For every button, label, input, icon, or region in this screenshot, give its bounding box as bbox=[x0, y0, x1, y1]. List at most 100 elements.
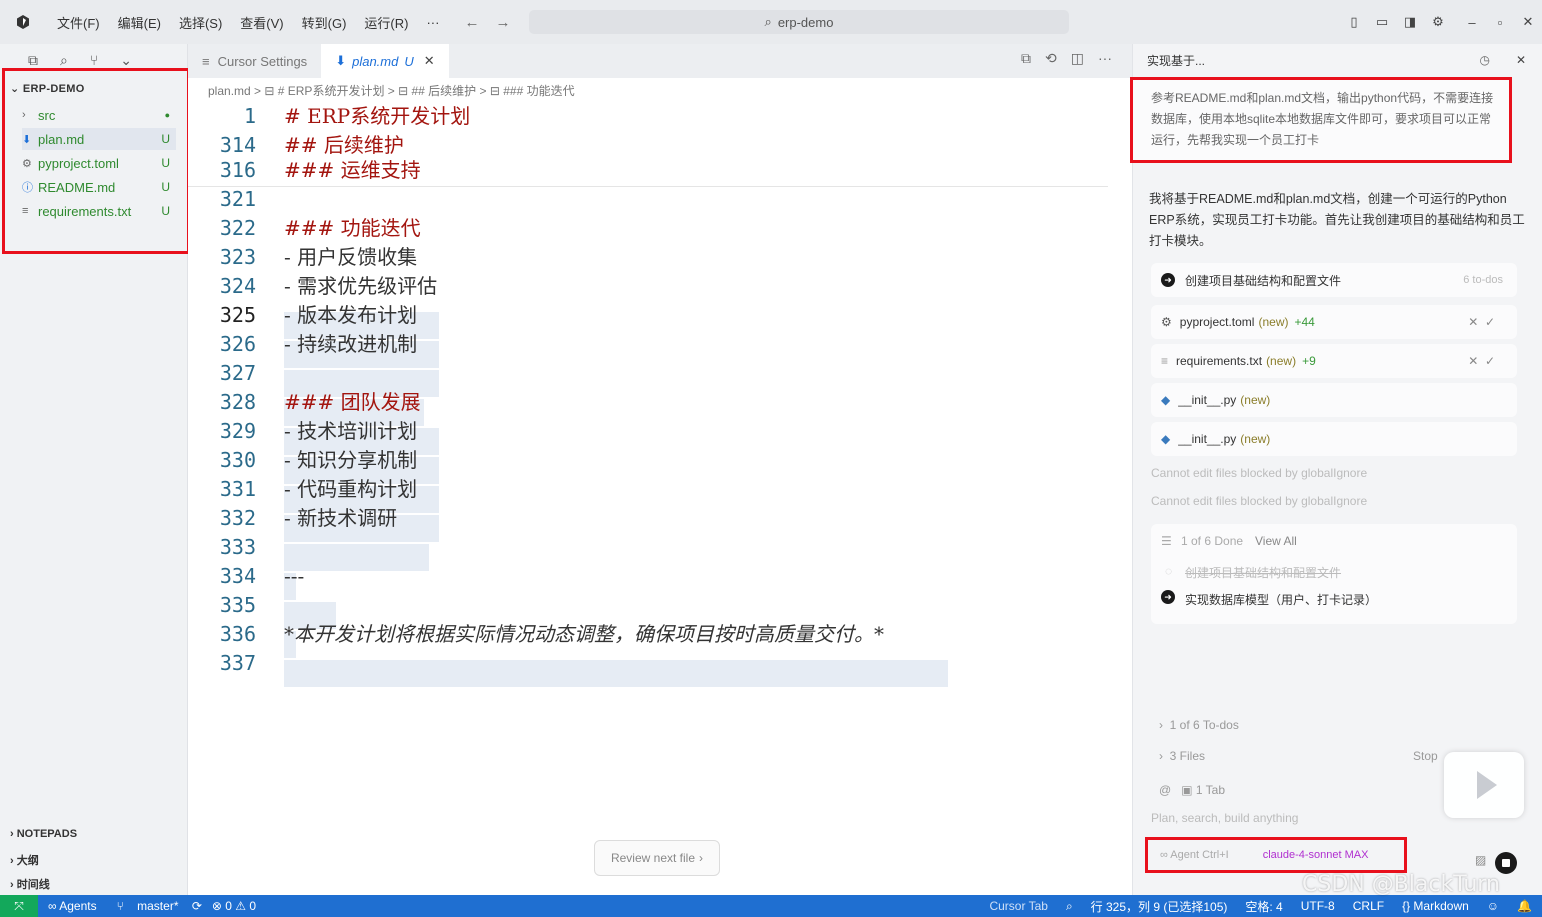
more-actions-icon[interactable]: ··· bbox=[1098, 50, 1112, 67]
at-sign-icon: @ bbox=[1159, 783, 1182, 797]
explorer-files-icon[interactable]: ⧉ bbox=[28, 52, 38, 69]
command-center-search[interactable]: ⌕ erp-demo bbox=[529, 10, 1069, 34]
todo-status: 1 of 6 Done bbox=[1181, 534, 1244, 548]
todos-summary[interactable]: › 1 of 6 To-dos bbox=[1159, 718, 1239, 732]
tree-item-requirements[interactable]: ≡ requirements.txt U bbox=[22, 200, 176, 222]
agents-status[interactable]: ∞ Agents bbox=[48, 899, 97, 913]
todo-panel: ☰ 1 of 6 Done View All ◌ 创建项目基础结构和配置文件 ➜… bbox=[1151, 524, 1517, 624]
cursor-tab-status[interactable]: Cursor Tab bbox=[989, 899, 1047, 913]
explorer-root-folder[interactable]: ⌄ ERP-DEMO bbox=[10, 82, 85, 95]
section-timeline[interactable]: › 时间线 bbox=[10, 876, 50, 892]
todo-list-icon: ☰ bbox=[1161, 534, 1172, 548]
task-card[interactable]: ➜ 创建项目基础结构和配置文件 6 to-dos bbox=[1151, 263, 1517, 297]
line-text: - 版本发布计划 bbox=[284, 303, 418, 327]
problems-indicator[interactable]: ⊗ 0 ⚠ 0 bbox=[212, 899, 256, 913]
minimize-icon[interactable]: – bbox=[1458, 15, 1486, 30]
indentation[interactable]: 空格: 4 bbox=[1245, 898, 1282, 915]
user-prompt-bubble[interactable]: 参考README.md和plan.md文档，输出python代码，不需要连接数据… bbox=[1130, 77, 1512, 163]
code-line: 323 - 用户反馈收集 bbox=[188, 243, 1132, 272]
section-notepads[interactable]: › NOTEPADS bbox=[10, 828, 77, 840]
menu-go[interactable]: 转到(G) bbox=[302, 13, 347, 32]
tree-item-readme[interactable]: ⓘ README.md U bbox=[22, 176, 176, 198]
chat-input[interactable]: Plan, search, build anything bbox=[1151, 811, 1298, 825]
toggle-secondary-sidebar-icon[interactable]: ◨ bbox=[1396, 14, 1424, 30]
back-arrow-icon[interactable]: ← bbox=[464, 14, 479, 31]
file-change-card[interactable]: ◆ __init__.py (new) bbox=[1151, 383, 1517, 417]
open-preview-icon[interactable]: ⧉ bbox=[1021, 50, 1031, 67]
close-panel-icon[interactable]: ✕ bbox=[1516, 53, 1526, 67]
forward-arrow-icon[interactable]: → bbox=[495, 14, 510, 31]
source-control-icon[interactable]: ⑂ bbox=[90, 52, 98, 68]
image-upload-icon[interactable]: ▨ bbox=[1475, 853, 1486, 867]
menu-file[interactable]: 文件(F) bbox=[57, 13, 100, 32]
summary-label: 1 of 6 To-dos bbox=[1169, 718, 1239, 732]
breadcrumb[interactable]: plan.md > ⊟ # ERP系统开发计划 > ⊟ ## 后续维护 > ⊟ … bbox=[208, 82, 575, 99]
code-line: 330 - 知识分享机制 bbox=[188, 446, 1132, 475]
zoom-icon[interactable]: ⌕ bbox=[1066, 899, 1073, 914]
code-line: 329 - 技术培训计划 bbox=[188, 417, 1132, 446]
review-next-file-button[interactable]: Review next file › bbox=[594, 840, 720, 876]
menu-selection[interactable]: 选择(S) bbox=[179, 13, 222, 32]
tree-item-plan-md[interactable]: ⬇ plan.md U bbox=[22, 128, 176, 150]
compare-changes-icon[interactable]: ⟲ bbox=[1045, 50, 1057, 67]
code-line: 331 - 代码重构计划 bbox=[188, 475, 1132, 504]
reject-accept-icons[interactable]: ✕ ✓ bbox=[1468, 354, 1495, 368]
file-name: __init__.py bbox=[1178, 393, 1237, 407]
tree-item-pyproject[interactable]: ⚙ pyproject.toml U bbox=[22, 152, 176, 174]
todo-count: 6 to-dos bbox=[1463, 274, 1503, 286]
feedback-icon[interactable]: ☺ bbox=[1487, 899, 1499, 913]
chevron-down-icon: ⌄ bbox=[10, 83, 23, 95]
split-editor-icon[interactable]: ◫ bbox=[1071, 50, 1084, 67]
toggle-primary-sidebar-icon[interactable]: ▯ bbox=[1340, 14, 1368, 30]
history-icon[interactable]: ◷ bbox=[1480, 53, 1490, 67]
file-change-card[interactable]: ⚙ pyproject.toml (new) +44 ✕ ✓ bbox=[1151, 305, 1517, 339]
search-view-icon[interactable]: ⌕ bbox=[60, 52, 68, 69]
menu-more[interactable]: ··· bbox=[426, 15, 439, 30]
file-change-card[interactable]: ≡ requirements.txt (new) +9 ✕ ✓ bbox=[1151, 344, 1517, 378]
code-line: 336 *本开发计划将根据实际情况动态调整，确保项目按时高质量交付。* bbox=[188, 620, 1132, 649]
reject-accept-icons[interactable]: ✕ ✓ bbox=[1468, 315, 1495, 329]
notifications-bell-icon[interactable]: 🔔 bbox=[1517, 899, 1532, 913]
menu-view[interactable]: 查看(V) bbox=[240, 13, 283, 32]
language-mode[interactable]: {} Markdown bbox=[1402, 899, 1469, 913]
section-outline[interactable]: › 大纲 bbox=[10, 852, 39, 868]
files-summary[interactable]: › 3 Files bbox=[1159, 749, 1205, 763]
git-branch[interactable]: ⑂ master* ⟳ bbox=[107, 899, 202, 913]
file-change-card[interactable]: ◆ __init__.py (new) bbox=[1151, 422, 1517, 456]
line-number: 322 bbox=[219, 216, 256, 240]
agent-mode-selector[interactable]: ∞ Agent Ctrl+I bbox=[1160, 849, 1229, 861]
stop-generation-button[interactable] bbox=[1495, 852, 1517, 874]
maximize-icon[interactable]: ▫ bbox=[1486, 15, 1514, 30]
close-window-icon[interactable]: ✕ bbox=[1514, 14, 1542, 30]
line-text: *本开发计划将根据实际情况动态调整，确保项目按时高质量交付。* bbox=[284, 622, 884, 646]
encoding[interactable]: UTF-8 bbox=[1301, 899, 1335, 913]
play-circle-icon: ➜ bbox=[1161, 273, 1175, 287]
new-badge: (new) bbox=[1266, 354, 1297, 368]
tab-cursor-settings[interactable]: ≡ Cursor Settings bbox=[188, 44, 321, 78]
view-all-link[interactable]: View All bbox=[1255, 534, 1297, 548]
chevron-down-icon[interactable]: ⌄ bbox=[120, 52, 132, 69]
watermark: CSDN @BlackTurn bbox=[1302, 872, 1500, 897]
line-number: 332 bbox=[219, 506, 256, 530]
model-selector[interactable]: claude-4-sonnet MAX bbox=[1263, 849, 1369, 861]
line-number: 328 bbox=[219, 390, 256, 414]
line-number: 325 bbox=[219, 303, 256, 327]
code-line: 327 bbox=[188, 359, 1132, 388]
menu-edit[interactable]: 编辑(E) bbox=[118, 13, 161, 32]
settings-gear-icon[interactable]: ⚙ bbox=[1424, 14, 1452, 30]
tab-status: U bbox=[404, 53, 414, 69]
chevron-right-icon: › bbox=[10, 828, 17, 840]
tree-item-src[interactable]: › src ● bbox=[22, 104, 176, 126]
gear-file-icon: ⚙ bbox=[1161, 315, 1172, 329]
stop-button[interactable]: Stop bbox=[1413, 749, 1438, 763]
cursor-position[interactable]: 行 325，列 9 (已选择105) bbox=[1091, 898, 1228, 915]
tab-plan-md[interactable]: ⬇ plan.md U ✕ bbox=[321, 44, 449, 78]
tab-context-chip[interactable]: @ ▣ 1 Tab bbox=[1159, 783, 1225, 797]
menu-run[interactable]: 运行(R) bbox=[364, 13, 408, 32]
close-tab-icon[interactable]: ✕ bbox=[424, 53, 435, 69]
end-of-line[interactable]: CRLF bbox=[1353, 899, 1384, 913]
toggle-panel-icon[interactable]: ▭ bbox=[1368, 14, 1396, 30]
line-text: - 需求优先级评估 bbox=[284, 274, 438, 298]
remote-indicator-icon[interactable]: ⤧ bbox=[0, 895, 38, 917]
code-line: 333 bbox=[188, 533, 1132, 562]
